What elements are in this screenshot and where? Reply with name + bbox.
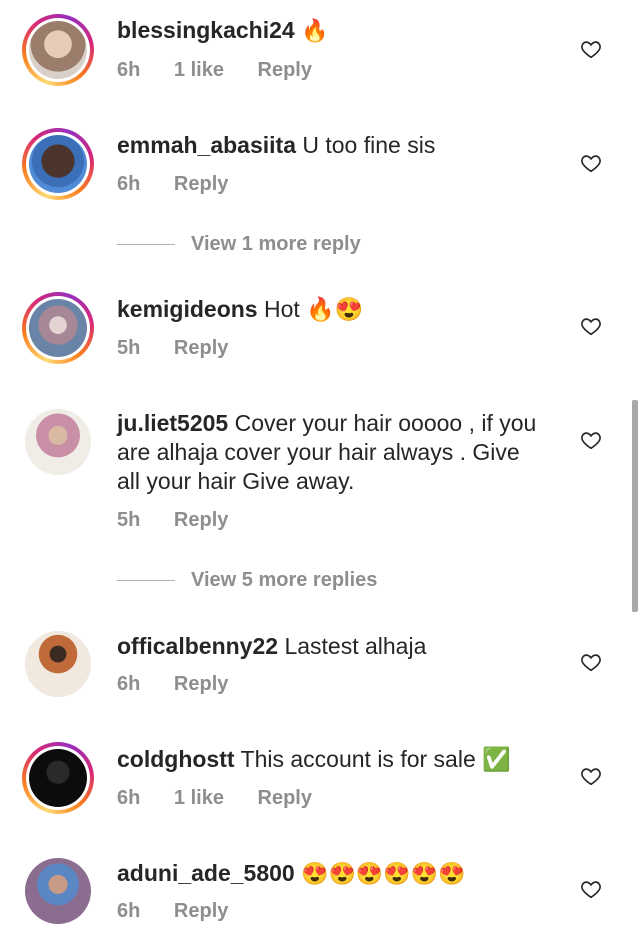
avatar[interactable] — [22, 406, 94, 478]
comment-meta: 6h 1 like Reply — [117, 787, 340, 810]
username[interactable]: blessingkachi24 — [117, 17, 295, 43]
scrollbar[interactable] — [632, 400, 638, 612]
avatar[interactable] — [22, 292, 94, 364]
avatar[interactable] — [22, 128, 94, 200]
divider-line — [117, 244, 175, 246]
comment-body: Lastest alhaja — [284, 633, 427, 659]
reply-button[interactable]: Reply — [174, 173, 228, 195]
timestamp: 6h — [117, 787, 141, 809]
username[interactable]: ju.liet5205 — [117, 410, 228, 436]
timestamp: 6h — [117, 173, 141, 195]
comment-meta: 5h Reply — [117, 337, 256, 360]
username[interactable]: aduni_ade_5800 — [117, 860, 295, 886]
reply-button[interactable]: Reply — [258, 59, 312, 81]
heart-outline-icon[interactable] — [580, 315, 602, 337]
comment-text: kemigideons Hot 🔥😍 — [117, 295, 537, 324]
comment-meta: 6h Reply — [117, 673, 256, 696]
divider-line — [117, 580, 175, 582]
comment-body: 🔥 — [301, 18, 329, 43]
username[interactable]: officalbenny22 — [117, 633, 278, 659]
avatar[interactable] — [22, 14, 94, 86]
view-more-replies[interactable]: View 5 more replies — [117, 569, 377, 592]
view-more-label[interactable]: View 5 more replies — [191, 569, 377, 591]
reply-button[interactable]: Reply — [174, 900, 228, 922]
heart-outline-icon[interactable] — [580, 38, 602, 60]
comment-text: aduni_ade_5800 😍😍😍😍😍😍 — [117, 859, 537, 888]
comment-text: ju.liet5205 Cover your hair ooooo , if y… — [117, 409, 537, 496]
heart-outline-icon[interactable] — [580, 651, 602, 673]
reply-button[interactable]: Reply — [174, 509, 228, 531]
avatar[interactable] — [22, 742, 94, 814]
reply-button[interactable]: Reply — [174, 673, 228, 695]
comment-body: This account is for sale ✅ — [240, 746, 511, 772]
timestamp: 6h — [117, 59, 141, 81]
reply-button[interactable]: Reply — [174, 337, 228, 359]
heart-outline-icon[interactable] — [580, 429, 602, 451]
heart-outline-icon[interactable] — [580, 152, 602, 174]
timestamp: 5h — [117, 337, 141, 359]
comment-text: coldghostt This account is for sale ✅ — [117, 745, 537, 774]
comment-meta: 6h Reply — [117, 900, 256, 923]
avatar[interactable] — [22, 628, 94, 700]
reply-button[interactable]: Reply — [258, 787, 312, 809]
comment-text: emmah_abasiita U too fine sis — [117, 131, 537, 160]
username[interactable]: kemigideons — [117, 296, 258, 322]
comment-meta: 5h Reply — [117, 509, 256, 532]
comment-meta: 6h Reply — [117, 173, 256, 196]
comment-text: blessingkachi24 🔥 — [117, 16, 537, 45]
comment-body: Hot 🔥😍 — [264, 296, 364, 322]
view-more-replies[interactable]: View 1 more reply — [117, 233, 361, 256]
heart-outline-icon[interactable] — [580, 765, 602, 787]
username[interactable]: emmah_abasiita — [117, 132, 296, 158]
like-count[interactable]: 1 like — [174, 787, 224, 809]
username[interactable]: coldghostt — [117, 746, 235, 772]
view-more-label[interactable]: View 1 more reply — [191, 233, 361, 255]
timestamp: 5h — [117, 509, 141, 531]
comment-text: officalbenny22 Lastest alhaja — [117, 632, 537, 661]
comment-body: U too fine sis — [302, 132, 436, 158]
comment-meta: 6h 1 like Reply — [117, 59, 340, 82]
avatar[interactable] — [22, 855, 94, 927]
timestamp: 6h — [117, 673, 141, 695]
like-count[interactable]: 1 like — [174, 59, 224, 81]
heart-outline-icon[interactable] — [580, 878, 602, 900]
timestamp: 6h — [117, 900, 141, 922]
comment-body: 😍😍😍😍😍😍 — [301, 861, 466, 886]
